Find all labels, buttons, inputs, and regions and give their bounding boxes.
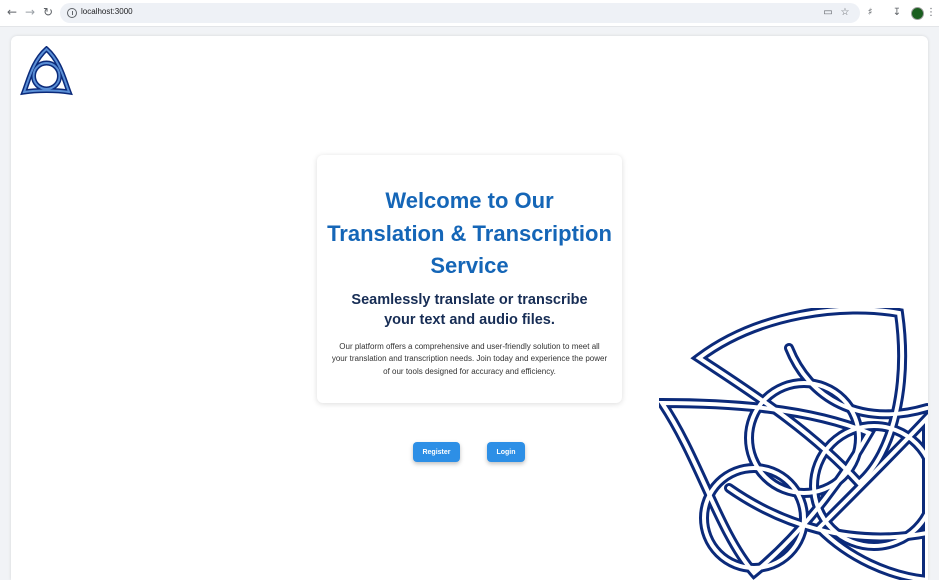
page-subtitle: Seamlessly translate or transcribe your … bbox=[351, 291, 588, 329]
info-icon[interactable] bbox=[67, 8, 77, 18]
profile-avatar[interactable] bbox=[911, 7, 924, 20]
download-icon[interactable]: ↧ bbox=[889, 5, 905, 21]
login-button[interactable]: Login bbox=[487, 442, 525, 462]
cast-icon[interactable]: ▭ bbox=[820, 5, 836, 21]
page-description: Our platform offers a comprehensive and … bbox=[331, 341, 608, 377]
welcome-card: Welcome to Our Translation & Transcripti… bbox=[317, 155, 622, 403]
register-button[interactable]: Register bbox=[413, 442, 460, 462]
celtic-knot-decoration bbox=[659, 308, 928, 580]
extensions-icon[interactable]: ♯ bbox=[862, 5, 878, 21]
address-bar[interactable]: localhost:3000 ▭ ☆ bbox=[60, 3, 860, 23]
star-icon[interactable]: ☆ bbox=[837, 5, 853, 21]
browser-toolbar: ← → ↻ localhost:3000 ▭ ☆ ♯ ↧ ⋮ bbox=[0, 0, 939, 27]
page-title: Welcome to Our Translation & Transcripti… bbox=[327, 188, 612, 278]
menu-icon[interactable]: ⋮ bbox=[926, 5, 936, 21]
reload-icon[interactable]: ↻ bbox=[40, 4, 56, 20]
back-icon[interactable]: ← bbox=[4, 4, 20, 20]
forward-icon[interactable]: → bbox=[22, 4, 38, 20]
url-text: localhost:3000 bbox=[81, 7, 133, 16]
triquetra-logo bbox=[20, 46, 73, 96]
page-container: Welcome to Our Translation & Transcripti… bbox=[11, 36, 928, 580]
